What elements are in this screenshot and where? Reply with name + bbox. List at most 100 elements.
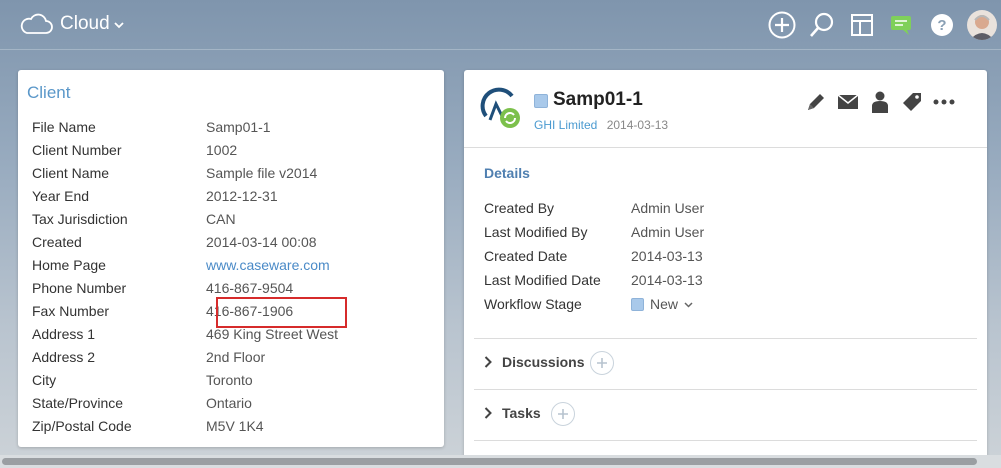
layout-icon bbox=[851, 14, 873, 36]
field-city: City Toronto bbox=[32, 369, 432, 392]
field-value: 1002 bbox=[206, 142, 238, 158]
chevron-right-icon bbox=[484, 407, 492, 419]
detail-workflow-stage: Workflow Stage New bbox=[484, 292, 964, 316]
field-label: Phone Number bbox=[32, 280, 127, 296]
field-value: 2012-12-31 bbox=[206, 188, 278, 204]
cloud-icon bbox=[20, 13, 53, 34]
edit-button[interactable] bbox=[803, 90, 829, 114]
field-value: M5V 1K4 bbox=[206, 418, 264, 434]
detail-label: Workflow Stage bbox=[484, 296, 582, 312]
detail-last-modified-date: Last Modified Date 2014-03-13 bbox=[484, 268, 964, 292]
field-label: Created bbox=[32, 234, 82, 250]
company-link[interactable]: GHI Limited bbox=[534, 118, 597, 132]
section-label: Discussions bbox=[502, 354, 585, 370]
field-state-province: State/Province Ontario bbox=[32, 392, 432, 415]
detail-label: Created Date bbox=[484, 248, 568, 264]
field-home-page: Home Page www.caseware.com bbox=[32, 254, 432, 277]
plus-icon bbox=[597, 358, 607, 368]
created-highlight-box bbox=[216, 297, 347, 328]
layout-button[interactable] bbox=[845, 8, 879, 42]
entity-header: Samp01-1 GHI Limited 2014-03-13 bbox=[464, 70, 987, 148]
field-label: File Name bbox=[32, 119, 96, 135]
entity-logo-icon bbox=[480, 87, 520, 128]
cloud-menu[interactable]: Cloud bbox=[18, 12, 124, 36]
detail-value: Admin User bbox=[631, 224, 705, 240]
field-value: Toronto bbox=[206, 372, 253, 388]
field-label: Client Number bbox=[32, 142, 122, 158]
chevron-right-icon bbox=[484, 356, 492, 368]
stage-color-swatch bbox=[631, 298, 644, 311]
tasks-toggle[interactable]: Tasks bbox=[484, 405, 541, 421]
plus-icon bbox=[558, 409, 568, 419]
add-button[interactable] bbox=[765, 8, 799, 42]
chevron-down-icon bbox=[114, 22, 124, 29]
avatar-icon bbox=[967, 10, 997, 40]
details-fields: Created By Admin User Last Modified By A… bbox=[484, 196, 964, 316]
field-client-number: Client Number 1002 bbox=[32, 139, 432, 162]
field-value: Samp01-1 bbox=[206, 119, 271, 135]
chevron-down-icon bbox=[684, 302, 693, 308]
entity-select-checkbox[interactable] bbox=[534, 94, 548, 108]
detail-label: Last Modified Date bbox=[484, 272, 601, 288]
tag-icon bbox=[903, 93, 921, 111]
field-tax-jurisdiction: Tax Jurisdiction CAN bbox=[32, 208, 432, 231]
client-fields: File Name Samp01-1 Client Number 1002 Cl… bbox=[32, 116, 432, 438]
svg-text:?: ? bbox=[937, 17, 946, 34]
client-card: Client File Name Samp01-1 Client Number … bbox=[18, 70, 444, 447]
field-label: Address 2 bbox=[32, 349, 96, 365]
detail-value: Admin User bbox=[631, 200, 705, 216]
detail-value: 2014-03-13 bbox=[631, 248, 703, 264]
field-file-name: File Name Samp01-1 bbox=[32, 116, 432, 139]
brand-name: Cloud bbox=[60, 13, 110, 34]
more-icon bbox=[933, 99, 955, 105]
field-value: CAN bbox=[206, 211, 236, 227]
discussions-section: Discussions bbox=[474, 338, 977, 389]
top-bar: Cloud ? bbox=[0, 0, 1001, 50]
search-button[interactable] bbox=[805, 8, 839, 42]
home-page-link[interactable]: www.caseware.com bbox=[206, 254, 330, 277]
field-label: City bbox=[32, 372, 57, 388]
scrollbar-thumb[interactable] bbox=[2, 458, 977, 465]
entity-date: 2014-03-13 bbox=[606, 118, 669, 132]
user-button[interactable] bbox=[867, 90, 893, 114]
field-value: Sample file v2014 bbox=[206, 165, 318, 181]
field-year-end: Year End 2012-12-31 bbox=[32, 185, 432, 208]
help-icon: ? bbox=[931, 14, 953, 36]
horizontal-scrollbar[interactable] bbox=[0, 455, 1001, 468]
chat-button[interactable] bbox=[885, 8, 919, 42]
field-created: Created 2014-03-14 00:08 bbox=[32, 231, 432, 254]
detail-label: Created By bbox=[484, 200, 555, 216]
field-label: Year End bbox=[32, 188, 90, 204]
discussions-toggle[interactable]: Discussions bbox=[484, 354, 584, 370]
entity-subtitle: GHI Limited 2014-03-13 bbox=[534, 118, 668, 132]
plus-circle-icon bbox=[768, 11, 796, 39]
email-button[interactable] bbox=[835, 90, 861, 114]
edit-icon bbox=[808, 94, 824, 110]
field-client-name: Client Name Sample file v2014 bbox=[32, 162, 432, 185]
field-label: Client Name bbox=[32, 165, 110, 181]
chat-icon bbox=[891, 16, 911, 35]
workflow-stage-dropdown[interactable]: New bbox=[631, 292, 693, 316]
tag-button[interactable] bbox=[899, 90, 925, 114]
detail-last-modified-by: Last Modified By Admin User bbox=[484, 220, 964, 244]
stage-value: New bbox=[650, 296, 679, 312]
client-card-title: Client bbox=[27, 83, 71, 102]
user-avatar[interactable] bbox=[967, 10, 997, 40]
add-discussion-button[interactable] bbox=[590, 351, 614, 375]
help-button[interactable]: ? bbox=[925, 8, 959, 42]
field-label: State/Province bbox=[32, 395, 124, 411]
field-value: Ontario bbox=[206, 395, 252, 411]
field-label: Tax Jurisdiction bbox=[32, 211, 128, 227]
add-task-button[interactable] bbox=[551, 402, 575, 426]
section-label: Tasks bbox=[502, 405, 541, 421]
entity-card: Samp01-1 GHI Limited 2014-03-13 Details … bbox=[464, 70, 987, 460]
field-value: 2014-03-14 00:08 bbox=[206, 234, 317, 250]
detail-value: 2014-03-13 bbox=[631, 272, 703, 288]
details-heading: Details bbox=[484, 165, 530, 181]
detail-label: Last Modified By bbox=[484, 224, 588, 240]
field-label: Address 1 bbox=[32, 326, 96, 342]
more-button[interactable] bbox=[931, 90, 957, 114]
field-value: 2nd Floor bbox=[206, 349, 266, 365]
field-zip-postal-code: Zip/Postal Code M5V 1K4 bbox=[32, 415, 432, 438]
mail-icon bbox=[837, 94, 859, 109]
